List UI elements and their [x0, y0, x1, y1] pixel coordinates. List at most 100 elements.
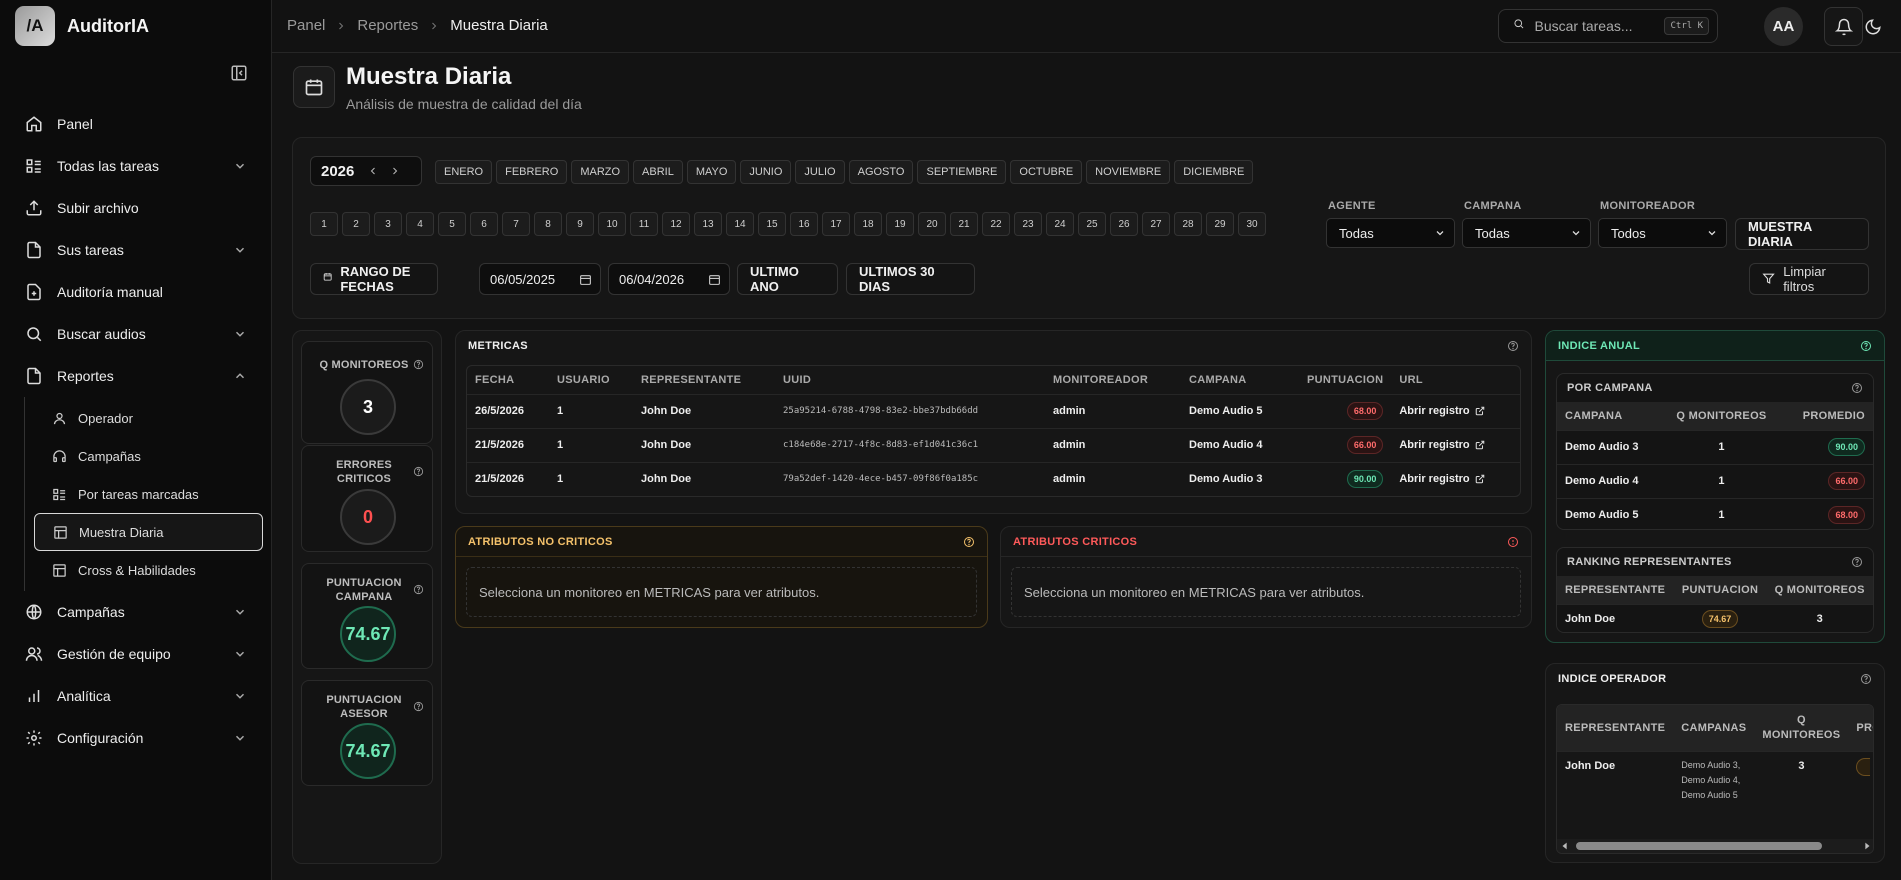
- monitoreador-select[interactable]: Todos: [1598, 218, 1727, 248]
- day-chip[interactable]: 10: [598, 212, 626, 236]
- day-chip[interactable]: 28: [1174, 212, 1202, 236]
- sidebar-item-configuracion[interactable]: Configuración: [0, 717, 272, 759]
- brand[interactable]: /A AuditorIA: [15, 5, 149, 47]
- day-chip[interactable]: 8: [534, 212, 562, 236]
- sidebar-subitem-campanas[interactable]: Campañas: [34, 437, 263, 475]
- chevron-right-icon[interactable]: [389, 165, 401, 177]
- month-chip[interactable]: DICIEMBRE: [1174, 160, 1254, 184]
- day-chip[interactable]: 16: [790, 212, 818, 236]
- sidebar-item-subir-archivo[interactable]: Subir archivo: [0, 187, 272, 229]
- date-from-input[interactable]: 06/05/2025: [479, 263, 601, 295]
- abrir-registro-link[interactable]: Abrir registro: [1399, 473, 1484, 485]
- day-chip[interactable]: 24: [1046, 212, 1074, 236]
- day-chip[interactable]: 21: [950, 212, 978, 236]
- help-icon[interactable]: [413, 701, 424, 712]
- table-row[interactable]: 21/5/2026 1 John Doe c184e68e-2717-4f8c-…: [467, 427, 1520, 462]
- sidebar-item-analitica[interactable]: Analítica: [0, 675, 272, 717]
- month-chip[interactable]: JULIO: [795, 160, 845, 184]
- sidebar-subitem-operador[interactable]: Operador: [34, 399, 263, 437]
- search-input[interactable]: [1534, 18, 1655, 34]
- alert-icon[interactable]: [1507, 536, 1519, 548]
- calendar-icon[interactable]: [708, 273, 721, 286]
- day-chip[interactable]: 5: [438, 212, 466, 236]
- sidebar-item-buscar-audios[interactable]: Buscar audios: [0, 313, 272, 355]
- day-chip[interactable]: 22: [982, 212, 1010, 236]
- breadcrumb-item-reportes[interactable]: Reportes: [357, 17, 418, 34]
- day-chip[interactable]: 23: [1014, 212, 1042, 236]
- ultimos-30-dias-button[interactable]: ULTIMOS 30 DIAS: [846, 263, 975, 295]
- abrir-registro-link[interactable]: Abrir registro: [1399, 405, 1484, 417]
- day-chip[interactable]: 6: [470, 212, 498, 236]
- sidebar-collapse-icon[interactable]: [230, 64, 248, 82]
- sidebar-subitem-muestra-diaria[interactable]: Muestra Diaria: [34, 513, 263, 551]
- month-chip[interactable]: ABRIL: [633, 160, 683, 184]
- month-chip[interactable]: NOVIEMBRE: [1086, 160, 1171, 184]
- theme-toggle-button[interactable]: [1853, 7, 1892, 46]
- breadcrumb-item-panel[interactable]: Panel: [287, 17, 325, 34]
- help-icon[interactable]: [1851, 382, 1863, 394]
- sidebar-item-todas-tareas[interactable]: Todas las tareas: [0, 145, 272, 187]
- sidebar-item-sus-tareas[interactable]: Sus tareas: [0, 229, 272, 271]
- month-chip[interactable]: ENERO: [435, 160, 493, 184]
- day-chip[interactable]: 19: [886, 212, 914, 236]
- day-chip[interactable]: 25: [1078, 212, 1106, 236]
- help-icon[interactable]: [1860, 340, 1872, 352]
- abrir-registro-link[interactable]: Abrir registro: [1399, 439, 1484, 451]
- day-chip[interactable]: 27: [1142, 212, 1170, 236]
- day-chip[interactable]: 7: [502, 212, 530, 236]
- help-icon[interactable]: [1860, 673, 1872, 685]
- calendar-icon[interactable]: [579, 273, 592, 286]
- day-chip[interactable]: 29: [1206, 212, 1234, 236]
- day-chip[interactable]: 1: [310, 212, 338, 236]
- day-chip[interactable]: 14: [726, 212, 754, 236]
- help-icon[interactable]: [413, 359, 424, 370]
- day-chip[interactable]: 2: [342, 212, 370, 236]
- day-chip[interactable]: 3: [374, 212, 402, 236]
- month-chip[interactable]: SEPTIEMBRE: [917, 160, 1007, 184]
- day-chip[interactable]: 18: [854, 212, 882, 236]
- scrollbar-thumb[interactable]: [1576, 842, 1822, 850]
- date-to-input[interactable]: 06/04/2026: [608, 263, 730, 295]
- help-icon[interactable]: [413, 584, 424, 595]
- month-chip[interactable]: MAYO: [686, 160, 737, 184]
- campana-select[interactable]: Todas: [1462, 218, 1591, 248]
- day-chip[interactable]: 9: [566, 212, 594, 236]
- search-box[interactable]: Ctrl K: [1498, 9, 1718, 43]
- sidebar-item-gestion-equipo[interactable]: Gestión de equipo: [0, 633, 272, 675]
- ultimo-ano-button[interactable]: ULTIMO ANO: [737, 263, 838, 295]
- scroll-left-icon[interactable]: [1560, 841, 1570, 851]
- day-chip[interactable]: 30: [1238, 212, 1266, 236]
- limpiar-filtros-button[interactable]: Limpiar filtros: [1749, 263, 1869, 295]
- day-chip[interactable]: 12: [662, 212, 690, 236]
- day-chip[interactable]: 11: [630, 212, 658, 236]
- month-chip[interactable]: OCTUBRE: [1010, 160, 1083, 184]
- sidebar-item-reportes[interactable]: Reportes: [0, 355, 272, 397]
- help-icon[interactable]: [963, 536, 975, 548]
- sidebar-item-panel[interactable]: Panel: [0, 103, 272, 145]
- help-icon[interactable]: [1851, 556, 1863, 568]
- horizontal-scrollbar[interactable]: [1557, 839, 1873, 853]
- user-avatar[interactable]: AA: [1764, 7, 1803, 46]
- sidebar-item-campanas[interactable]: Campañas: [0, 591, 272, 633]
- day-chip[interactable]: 13: [694, 212, 722, 236]
- sidebar-subitem-tareas-marcadas[interactable]: Por tareas marcadas: [34, 475, 263, 513]
- month-chip[interactable]: MARZO: [571, 160, 630, 184]
- sidebar-subitem-cross-habilidades[interactable]: Cross & Habilidades: [34, 551, 263, 589]
- help-icon[interactable]: [413, 466, 424, 477]
- day-chip[interactable]: 4: [406, 212, 434, 236]
- month-chip[interactable]: JUNIO: [740, 160, 792, 184]
- sidebar-item-auditoria-manual[interactable]: Auditoría manual: [0, 271, 272, 313]
- day-chip[interactable]: 26: [1110, 212, 1138, 236]
- table-row[interactable]: 26/5/2026 1 John Doe 25a95214-6788-4798-…: [467, 393, 1520, 428]
- table-row[interactable]: 21/5/2026 1 John Doe 79a52def-1420-4ece-…: [467, 461, 1520, 496]
- day-chip[interactable]: 15: [758, 212, 786, 236]
- chevron-left-icon[interactable]: [367, 165, 379, 177]
- month-chip[interactable]: AGOSTO: [848, 160, 914, 184]
- rango-fechas-button[interactable]: RANGO DE FECHAS: [310, 263, 438, 295]
- day-chip[interactable]: 20: [918, 212, 946, 236]
- scroll-right-icon[interactable]: [1862, 841, 1872, 851]
- month-chip[interactable]: FEBRERO: [496, 160, 568, 184]
- help-icon[interactable]: [1507, 340, 1519, 352]
- muestra-diaria-button[interactable]: MUESTRA DIARIA: [1735, 218, 1869, 250]
- agente-select[interactable]: Todas: [1326, 218, 1455, 248]
